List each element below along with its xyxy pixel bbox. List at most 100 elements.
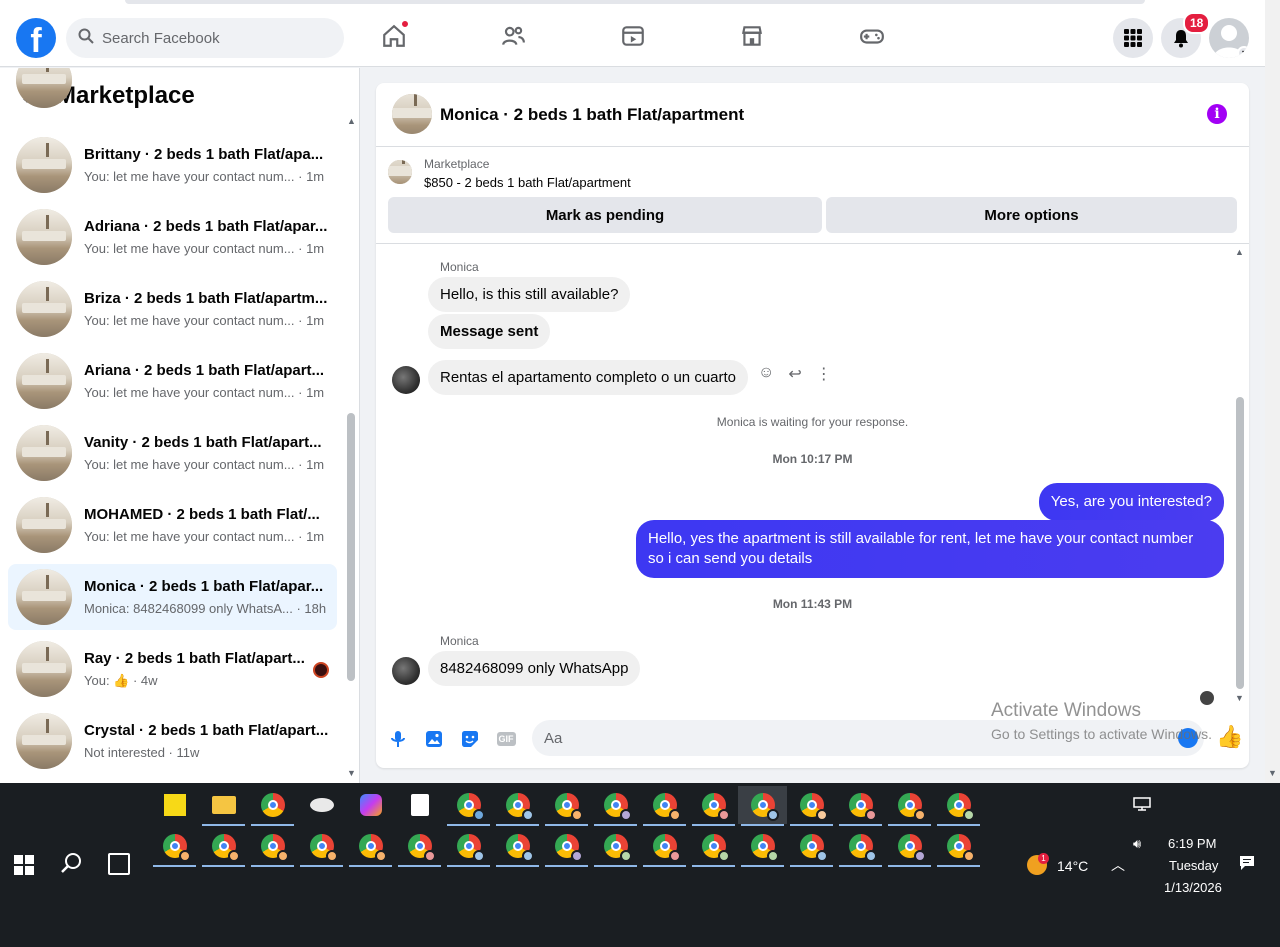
video-icon[interactable] xyxy=(619,22,647,50)
microphone-icon[interactable] xyxy=(387,728,409,750)
clock-time[interactable]: 6:19 PM xyxy=(1168,836,1216,851)
chrome-profile-icon[interactable] xyxy=(787,827,836,867)
search-box[interactable] xyxy=(66,18,344,58)
scroll-down-arrow[interactable]: ▼ xyxy=(347,768,356,778)
chat-scrollbar[interactable] xyxy=(1236,397,1244,689)
conversation-item-active[interactable]: Monica · 2 beds 1 bath Flat/apar... Moni… xyxy=(8,564,337,630)
conversation-item[interactable]: Brittany · 2 beds 1 bath Flat/apa... You… xyxy=(8,132,337,198)
chrome-profile-icon[interactable] xyxy=(934,827,983,867)
chrome-profile-icon[interactable] xyxy=(150,827,199,867)
page-scroll-down-arrow[interactable]: ▼ xyxy=(1268,768,1277,778)
gaming-icon[interactable] xyxy=(858,22,886,50)
chrome-profile-icon[interactable] xyxy=(493,827,542,867)
chrome-profile-icon[interactable] xyxy=(836,827,885,867)
listing-thumbnail xyxy=(16,569,72,625)
waiting-notice: Monica is waiting for your response. xyxy=(716,415,909,429)
sticky-notes-icon[interactable] xyxy=(150,786,199,824)
chrome-profile-icon[interactable] xyxy=(297,827,346,867)
chrome-profile-icon[interactable] xyxy=(885,827,934,867)
more-vertical-icon[interactable]: ⋮ xyxy=(816,364,832,384)
conversation-item[interactable]: Crystal · 2 beds 1 bath Flat/apart... No… xyxy=(8,708,337,774)
sender-avatar[interactable] xyxy=(392,366,420,394)
incoming-message[interactable]: Hello, is this still available? xyxy=(428,277,631,312)
chrome-profile-icon[interactable] xyxy=(640,786,689,826)
profile-avatar[interactable]: ▾ xyxy=(1209,18,1249,58)
chrome-profile-icon[interactable] xyxy=(542,827,591,867)
reply-icon[interactable]: ↩ xyxy=(788,364,801,384)
copilot-icon[interactable] xyxy=(346,786,395,824)
notifications-button[interactable]: 18 xyxy=(1161,12,1211,58)
menu-grid-button[interactable] xyxy=(1113,18,1153,58)
conversation-item[interactable]: MOHAMED · 2 beds 1 bath Flat/... You: le… xyxy=(8,492,337,558)
more-options-button[interactable]: More options xyxy=(826,197,1237,233)
listing-thumbnail xyxy=(16,281,72,337)
marketplace-icon[interactable] xyxy=(738,22,766,50)
chrome-profile-icon[interactable] xyxy=(738,827,787,867)
task-view-icon[interactable] xyxy=(108,853,130,875)
home-icon[interactable] xyxy=(380,20,409,50)
chrome-profile-icon[interactable] xyxy=(689,827,738,867)
chrome-profile-icon[interactable] xyxy=(395,827,444,867)
chrome-profile-icon[interactable] xyxy=(346,827,395,867)
conversation-item[interactable]: Ariana · 2 beds 1 bath Flat/apart... You… xyxy=(8,348,337,414)
photo-icon[interactable] xyxy=(423,728,445,750)
windows-start-icon[interactable] xyxy=(14,855,34,875)
thumbs-up-icon[interactable]: 👍 xyxy=(1216,724,1243,750)
incoming-message[interactable]: 8482468099 only WhatsApp xyxy=(428,651,641,686)
scroll-up-arrow[interactable]: ▲ xyxy=(347,116,356,126)
chrome-profile-icon-active[interactable] xyxy=(738,786,787,826)
conversation-title: Adriana · 2 beds 1 bath Flat/apar... xyxy=(84,218,328,235)
conversation-item[interactable]: Vanity · 2 beds 1 bath Flat/apart... You… xyxy=(8,420,337,486)
chrome-profile-icon[interactable] xyxy=(591,827,640,867)
chat-listing-avatar[interactable] xyxy=(392,94,432,134)
chat-scroll-down-arrow[interactable]: ▼ xyxy=(1235,693,1244,703)
facebook-logo[interactable]: f xyxy=(16,18,56,58)
chrome-icon[interactable] xyxy=(248,786,297,826)
chrome-profile-icon[interactable] xyxy=(542,786,591,826)
conversation-preview: You: let me have your contact num... · 1… xyxy=(84,529,325,544)
activate-windows-watermark: Activate Windows Go to Settings to activ… xyxy=(991,700,1212,742)
sidebar-scrollbar[interactable] xyxy=(347,413,355,681)
chrome-profile-icon[interactable] xyxy=(640,827,689,867)
chrome-profile-icon[interactable] xyxy=(493,786,542,826)
taskbar-row-1 xyxy=(150,786,983,826)
incoming-message[interactable]: Message sent xyxy=(428,314,551,349)
weather-temperature[interactable]: 14°C xyxy=(1057,858,1088,874)
gif-icon[interactable]: GIF xyxy=(495,728,517,750)
conversation-item[interactable]: Ray · 2 beds 1 bath Flat/apart... You: 👍… xyxy=(8,636,337,702)
chrome-profile-icon[interactable] xyxy=(199,827,248,867)
incoming-message[interactable]: Rentas el apartamento completo o un cuar… xyxy=(428,360,749,395)
chrome-profile-icon[interactable] xyxy=(248,827,297,867)
volume-icon[interactable]: 🔊︎ xyxy=(1133,836,1141,852)
conversation-preview: Monica: 8482468099 only WhatsA... · 18h xyxy=(84,601,327,616)
chrome-profile-icon[interactable] xyxy=(787,786,836,826)
notification-center-icon[interactable] xyxy=(1239,855,1255,874)
file-explorer-icon[interactable] xyxy=(199,786,248,826)
chrome-profile-icon[interactable] xyxy=(689,786,738,826)
chat-title[interactable]: Monica · 2 beds 1 bath Flat/apartment xyxy=(440,105,744,125)
chrome-profile-icon[interactable] xyxy=(934,786,983,826)
chrome-profile-icon[interactable] xyxy=(444,827,493,867)
taskbar-search-icon[interactable] xyxy=(60,851,84,881)
conversation-preview: You: let me have your contact num... · 1… xyxy=(84,313,325,328)
search-input[interactable] xyxy=(102,29,322,47)
chrome-profile-icon[interactable] xyxy=(591,786,640,826)
conversation-item[interactable]: Briza · 2 beds 1 bath Flat/apartm... You… xyxy=(8,276,337,342)
chevron-up-icon[interactable]: ︿ xyxy=(1111,855,1125,875)
chrome-profile-icon[interactable] xyxy=(444,786,493,826)
outgoing-message[interactable]: Yes, are you interested? xyxy=(1038,483,1224,521)
network-monitor-icon[interactable] xyxy=(1133,797,1151,814)
react-emoji-icon[interactable]: ☺ xyxy=(758,364,774,384)
chrome-profile-icon[interactable] xyxy=(836,786,885,826)
conversation-item[interactable]: Adriana · 2 beds 1 bath Flat/apar... You… xyxy=(8,204,337,270)
info-icon[interactable]: i xyxy=(1207,104,1227,124)
document-icon[interactable] xyxy=(395,786,444,824)
mark-as-pending-button[interactable]: Mark as pending xyxy=(388,197,822,233)
sender-avatar[interactable] xyxy=(392,657,420,685)
chrome-profile-icon[interactable] xyxy=(885,786,934,826)
page-scrollbar[interactable]: ▼ xyxy=(1265,0,1280,783)
sticker-icon[interactable] xyxy=(459,728,481,750)
paint-icon[interactable] xyxy=(297,786,346,824)
outgoing-message[interactable]: Hello, yes the apartment is still availa… xyxy=(636,520,1224,578)
friends-icon[interactable] xyxy=(499,22,527,50)
